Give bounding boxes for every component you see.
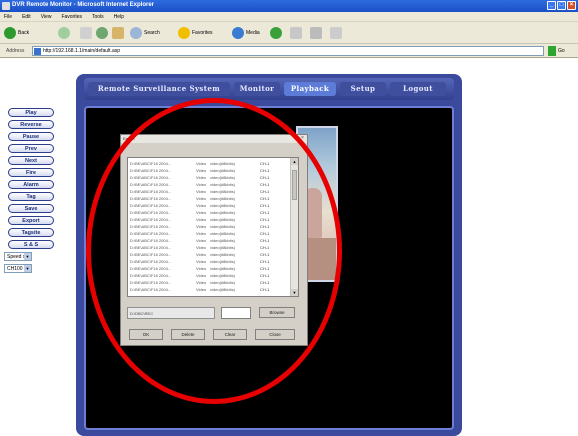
channel-select[interactable]: CH100 ▼ xyxy=(4,264,32,273)
menu-favorites[interactable]: Favorites xyxy=(61,14,82,20)
search-icon xyxy=(130,27,142,39)
close-window-button[interactable]: × xyxy=(567,1,576,10)
playback-control-panel: Play Reverse Pause Prev Next Fire Alarm … xyxy=(0,58,72,436)
home-icon xyxy=(112,27,124,39)
print-button[interactable] xyxy=(310,26,322,40)
window-title: DVR Remote Monitor - Microsoft Internet … xyxy=(12,2,155,8)
media-button[interactable]: Media xyxy=(232,26,260,40)
tab-setup[interactable]: Setup xyxy=(340,82,386,96)
go-label[interactable]: Go xyxy=(558,48,565,54)
forward-button[interactable] xyxy=(58,26,70,40)
speed-select[interactable]: Speed x 1 ▼ xyxy=(4,252,32,261)
address-bar: Address http://192.168.1.1/main/default.… xyxy=(0,44,578,58)
address-input[interactable]: http://192.168.1.1/main/default.asp xyxy=(32,46,544,56)
window-controls: _ □ × xyxy=(547,1,576,10)
menu-tools[interactable]: Tools xyxy=(92,14,104,20)
menu-view[interactable]: View xyxy=(41,14,52,20)
chevron-down-icon: ▼ xyxy=(24,253,31,260)
reverse-button[interactable]: Reverse xyxy=(8,120,54,129)
address-label: Address xyxy=(6,48,25,54)
edit-icon xyxy=(330,27,342,39)
back-arrow-icon xyxy=(4,27,16,39)
home-button[interactable] xyxy=(112,26,124,40)
s-and-s-button[interactable]: S & S xyxy=(8,240,54,249)
page-icon xyxy=(34,48,41,55)
menu-bar: File Edit View Favorites Tools Help xyxy=(0,12,578,22)
history-icon xyxy=(270,27,282,39)
title-bar: DVR Remote Monitor - Microsoft Internet … xyxy=(0,0,578,12)
tag-button[interactable]: Tag xyxy=(8,192,54,201)
refresh-icon xyxy=(96,27,108,39)
menu-file[interactable]: File xyxy=(4,14,12,20)
star-icon xyxy=(178,27,190,39)
mail-icon xyxy=(290,27,302,39)
menu-edit[interactable]: Edit xyxy=(22,14,31,20)
menu-help[interactable]: Help xyxy=(114,14,124,20)
app-icon xyxy=(2,2,10,10)
back-button[interactable]: Back xyxy=(4,26,29,40)
maximize-button[interactable]: □ xyxy=(557,1,566,10)
prev-button[interactable]: Prev xyxy=(8,144,54,153)
tab-playback[interactable]: Playback xyxy=(284,82,336,96)
fire-button[interactable]: Fire xyxy=(8,168,54,177)
mail-button[interactable] xyxy=(290,26,302,40)
highlight-circle xyxy=(86,98,342,404)
save-button[interactable]: Save xyxy=(8,204,54,213)
tab-monitor[interactable]: Monitor xyxy=(234,82,280,96)
history-button[interactable] xyxy=(270,26,282,40)
play-button[interactable]: Play xyxy=(8,108,54,117)
tagsite-button[interactable]: Tagsite xyxy=(8,228,54,237)
address-url: http://192.168.1.1/main/default.asp xyxy=(43,48,120,54)
export-button[interactable]: Export xyxy=(8,216,54,225)
print-icon xyxy=(310,27,322,39)
toolbar: Back Search Favorites Media xyxy=(0,22,578,44)
stop-button[interactable] xyxy=(80,26,92,40)
stop-icon xyxy=(80,27,92,39)
pause-button[interactable]: Pause xyxy=(8,132,54,141)
browser-window: DVR Remote Monitor - Microsoft Internet … xyxy=(0,0,578,436)
go-button[interactable] xyxy=(548,46,556,56)
tab-logout[interactable]: Logout xyxy=(390,82,446,96)
alarm-button[interactable]: Alarm xyxy=(8,180,54,189)
tab-remote-surveillance-system[interactable]: Remote Surveillance System xyxy=(88,82,230,96)
media-icon xyxy=(232,27,244,39)
next-button[interactable]: Next xyxy=(8,156,54,165)
favorites-button[interactable]: Favorites xyxy=(178,26,213,40)
refresh-button[interactable] xyxy=(96,26,108,40)
minimize-button[interactable]: _ xyxy=(547,1,556,10)
search-button[interactable]: Search xyxy=(130,26,160,40)
edit-button[interactable] xyxy=(330,26,342,40)
forward-arrow-icon xyxy=(58,27,70,39)
chevron-down-icon: ▼ xyxy=(24,265,31,272)
